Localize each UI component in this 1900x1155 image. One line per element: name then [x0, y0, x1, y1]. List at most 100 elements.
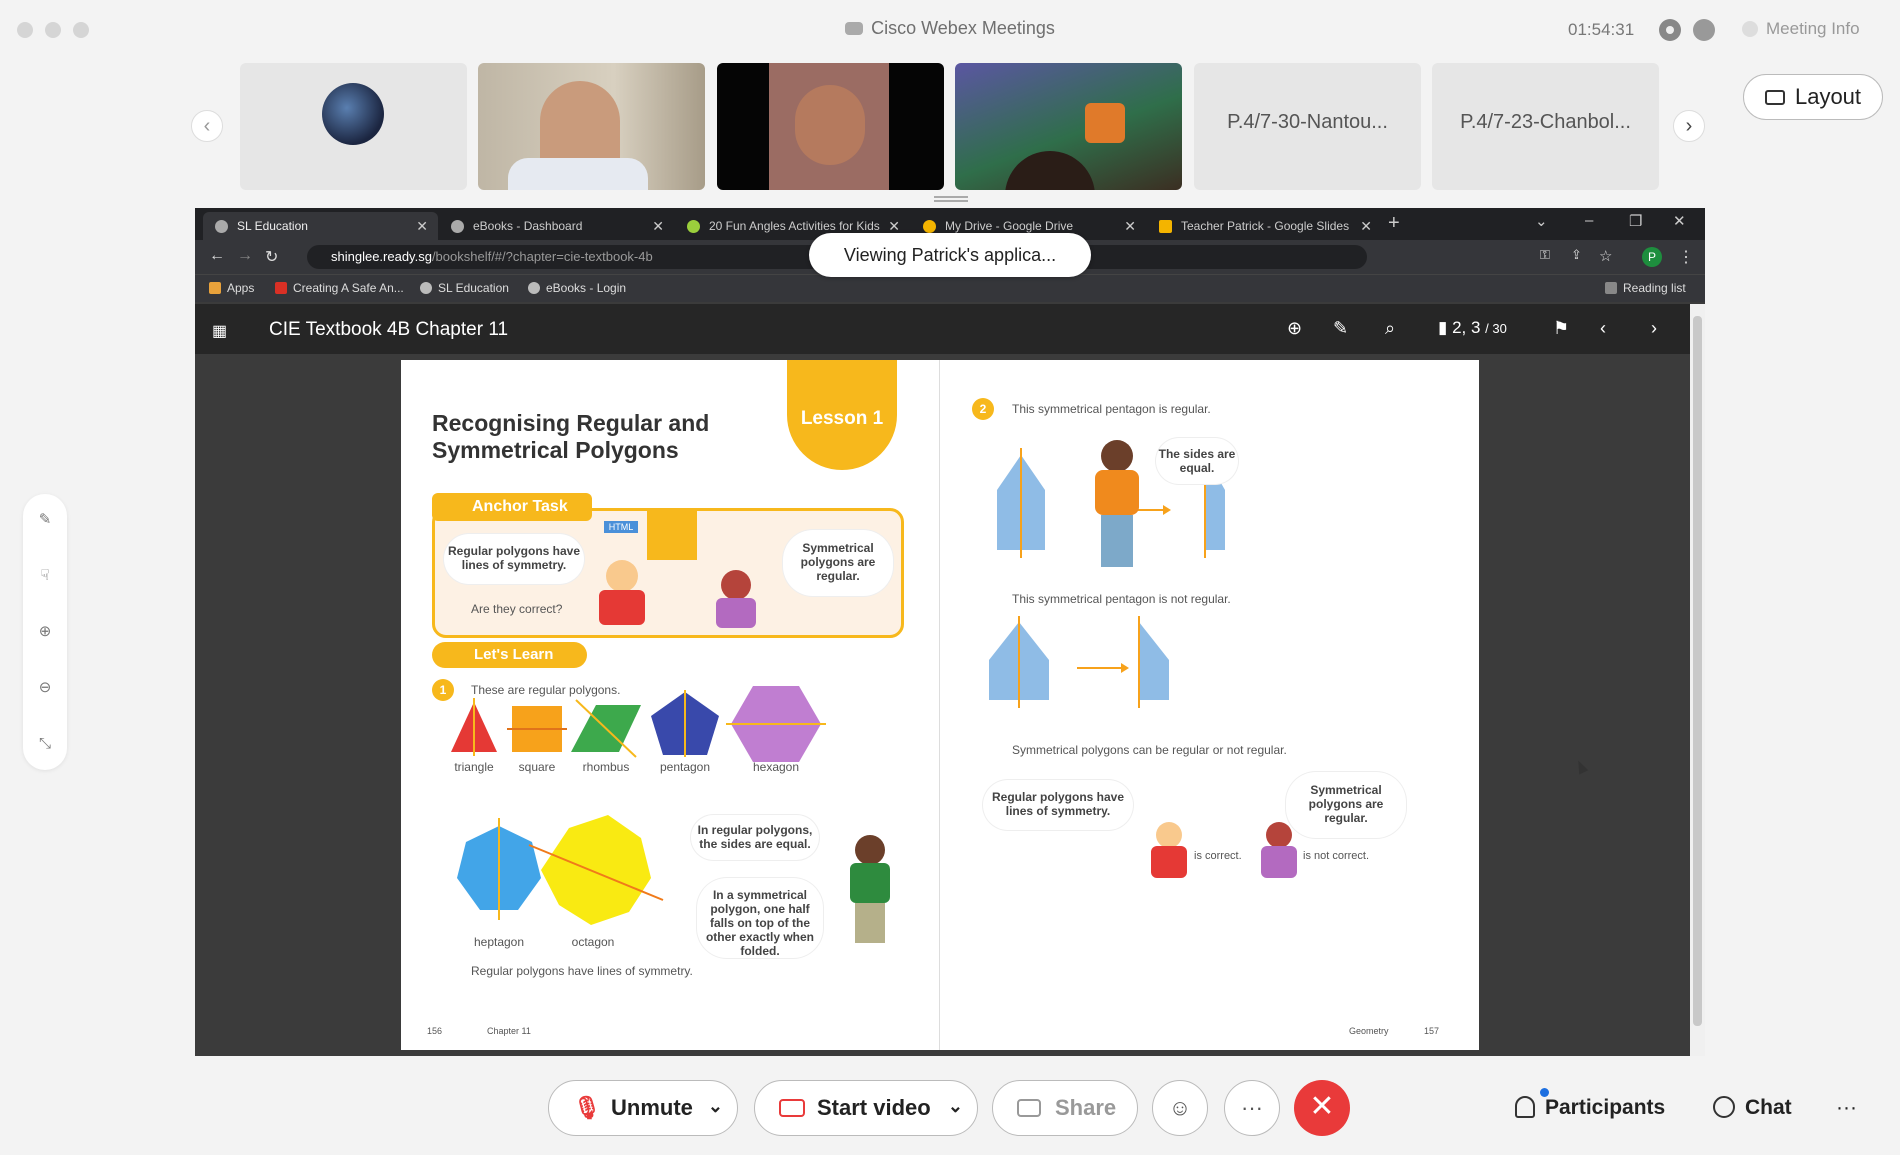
share-button[interactable]: Share	[992, 1080, 1138, 1136]
section-footer: Geometry	[1349, 1026, 1389, 1036]
next-page-icon[interactable]: ›	[1651, 318, 1657, 339]
tab-google-slides[interactable]: Teacher Patrick - Google Slides ✕	[1147, 212, 1382, 240]
participant-thumb-name-1[interactable]: P.4/7-30-Nantou...	[1194, 63, 1421, 190]
zoom-in-icon[interactable]: ⊕	[37, 624, 53, 640]
tab-ebooks-dashboard[interactable]: eBooks - Dashboard ✕	[439, 212, 674, 240]
participant-thumb-video-1[interactable]	[478, 63, 705, 190]
speech-bubble: In a symmetrical polygon, one half falls…	[697, 878, 823, 958]
back-icon[interactable]: ←	[209, 247, 225, 265]
bookmark-sl-education[interactable]: SL Education	[420, 281, 509, 295]
shield-icon	[1742, 21, 1758, 37]
mouse-cursor	[1573, 758, 1589, 775]
layout-button[interactable]: Layout	[1743, 74, 1883, 120]
scrollbar[interactable]	[1690, 304, 1705, 1056]
participant-thumb-video-2[interactable]	[717, 63, 944, 190]
recording-icon[interactable]	[1659, 19, 1681, 41]
boy-shirt-3	[1151, 846, 1187, 878]
strip-next-button[interactable]: ›	[1673, 110, 1705, 142]
leave-meeting-button[interactable]: ✕	[1294, 1080, 1350, 1136]
bookmark-icon[interactable]: ⚑	[1553, 318, 1569, 339]
octagon-shape	[541, 815, 651, 925]
share-page-icon[interactable]: ⇪	[1571, 247, 1582, 263]
profile-avatar[interactable]: P	[1642, 247, 1662, 267]
browser-menu-icon[interactable]: ⋮	[1678, 247, 1694, 267]
boy-illustration-2	[855, 835, 885, 865]
tab-sl-education[interactable]: SL Education ✕	[203, 212, 438, 240]
meeting-timer: 01:54:31	[1568, 20, 1635, 39]
participant-thumb-video-3[interactable]	[955, 63, 1182, 190]
reload-icon[interactable]: ↻	[265, 247, 278, 267]
boy-shirt-2	[850, 863, 890, 903]
page-file-icon: ▮	[1438, 318, 1453, 337]
arrow-head	[1163, 505, 1171, 515]
chat-button[interactable]: Chat	[1713, 1096, 1792, 1120]
forward-icon[interactable]: →	[237, 247, 253, 265]
participant-thumb-name-2[interactable]: P.4/7-23-Chanbol...	[1432, 63, 1659, 190]
zoom-in-icon[interactable]: ⊕	[1287, 318, 1302, 339]
chevron-down-icon[interactable]: ⌄	[948, 1079, 963, 1133]
apps-grid-icon	[209, 282, 221, 294]
zoom-out-icon[interactable]: ⊖	[37, 680, 53, 696]
mic-muted-icon: 🎙	[573, 1095, 601, 1120]
shape-label: rhombus	[582, 760, 630, 774]
annotate-icon[interactable]: ✎	[1333, 318, 1348, 339]
bookmark-creating-safe[interactable]: Creating A Safe An...	[275, 281, 404, 295]
restore-icon[interactable]: ❐	[1629, 212, 1642, 230]
meeting-info-button[interactable]: Meeting Info	[1742, 19, 1860, 39]
key-icon[interactable]: ⚿	[1540, 247, 1550, 263]
reading-list[interactable]: Reading list	[1605, 281, 1686, 295]
more-options-button[interactable]: ···	[1224, 1080, 1280, 1136]
strip-prev-button[interactable]: ‹	[191, 110, 223, 142]
shape-label: hexagon	[752, 760, 800, 774]
network-signal-icon[interactable]	[1693, 19, 1715, 41]
arrow-head	[1121, 663, 1129, 673]
footer-note: Regular polygons have lines of symmetry.	[471, 964, 693, 978]
share-icon	[1017, 1099, 1041, 1117]
unmute-button[interactable]: 🎙 Unmute ⌄	[548, 1080, 738, 1136]
new-tab-icon[interactable]: +	[1388, 212, 1400, 235]
textbook-spread: Recognising Regular and Symmetrical Poly…	[401, 360, 1479, 1050]
close-icon[interactable]: ✕	[652, 212, 664, 240]
overflow-menu-button[interactable]: ···	[1836, 1096, 1857, 1120]
close-icon[interactable]: ✕	[416, 212, 428, 240]
reactions-icon[interactable]: ☺	[1152, 1080, 1208, 1136]
close-icon[interactable]: ✕	[1360, 212, 1372, 240]
chat-icon	[1713, 1096, 1735, 1118]
girl-illustration-3	[1266, 822, 1292, 848]
boy-illustration-3	[1156, 822, 1182, 848]
girl-illustration-2	[1101, 440, 1133, 472]
globe-icon	[420, 282, 432, 294]
bookmark-star-icon[interactable]: ☆	[1599, 247, 1612, 265]
scrollbar-thumb[interactable]	[1693, 316, 1702, 1026]
resize-handle[interactable]	[934, 196, 968, 202]
chevron-down-icon[interactable]: ⌄	[708, 1079, 723, 1133]
participant-video-shirt	[508, 158, 648, 190]
close-window-icon[interactable]: ✕	[1673, 212, 1686, 230]
reader-toolbar: ▦ CIE Textbook 4B Chapter 11 ⊕ ✎ ⌕ ▮ 2, …	[195, 304, 1690, 354]
pentagon-not-regular-text: This symmetrical pentagon is not regular…	[1012, 592, 1231, 606]
prev-page-icon[interactable]: ‹	[1600, 318, 1606, 339]
participants-button[interactable]: Participants	[1515, 1096, 1665, 1120]
start-video-button[interactable]: Start video ⌄	[754, 1080, 978, 1136]
site-icon	[687, 220, 700, 233]
shape-label: heptagon	[473, 935, 525, 949]
close-icon[interactable]: ✕	[1124, 212, 1136, 240]
annotate-pen-icon[interactable]: ✎	[37, 512, 53, 528]
girl-pants-2	[1101, 515, 1133, 567]
participant-thumb-avatar[interactable]	[240, 63, 467, 190]
bookmark-ebooks-login[interactable]: eBooks - Login	[528, 281, 626, 295]
participants-icon	[1515, 1096, 1535, 1118]
search-icon[interactable]: ⌕	[1385, 318, 1395, 339]
fit-screen-icon[interactable]: ⤡	[37, 736, 53, 752]
bookmark-apps[interactable]: Apps	[209, 281, 254, 295]
layout-icon	[1764, 90, 1785, 105]
remote-control-icon[interactable]: ☟	[37, 568, 53, 584]
correct-text: is correct.	[1194, 850, 1242, 862]
minimize-icon[interactable]: –	[1585, 212, 1593, 229]
participant-video-person	[795, 85, 865, 165]
notification-dot	[1540, 1088, 1549, 1097]
girl-shirt-2	[1095, 470, 1139, 515]
globe-icon	[451, 220, 464, 233]
tab-search-icon[interactable]: ⌄	[1535, 212, 1548, 230]
apps-grid-icon[interactable]: ▦	[212, 321, 230, 340]
